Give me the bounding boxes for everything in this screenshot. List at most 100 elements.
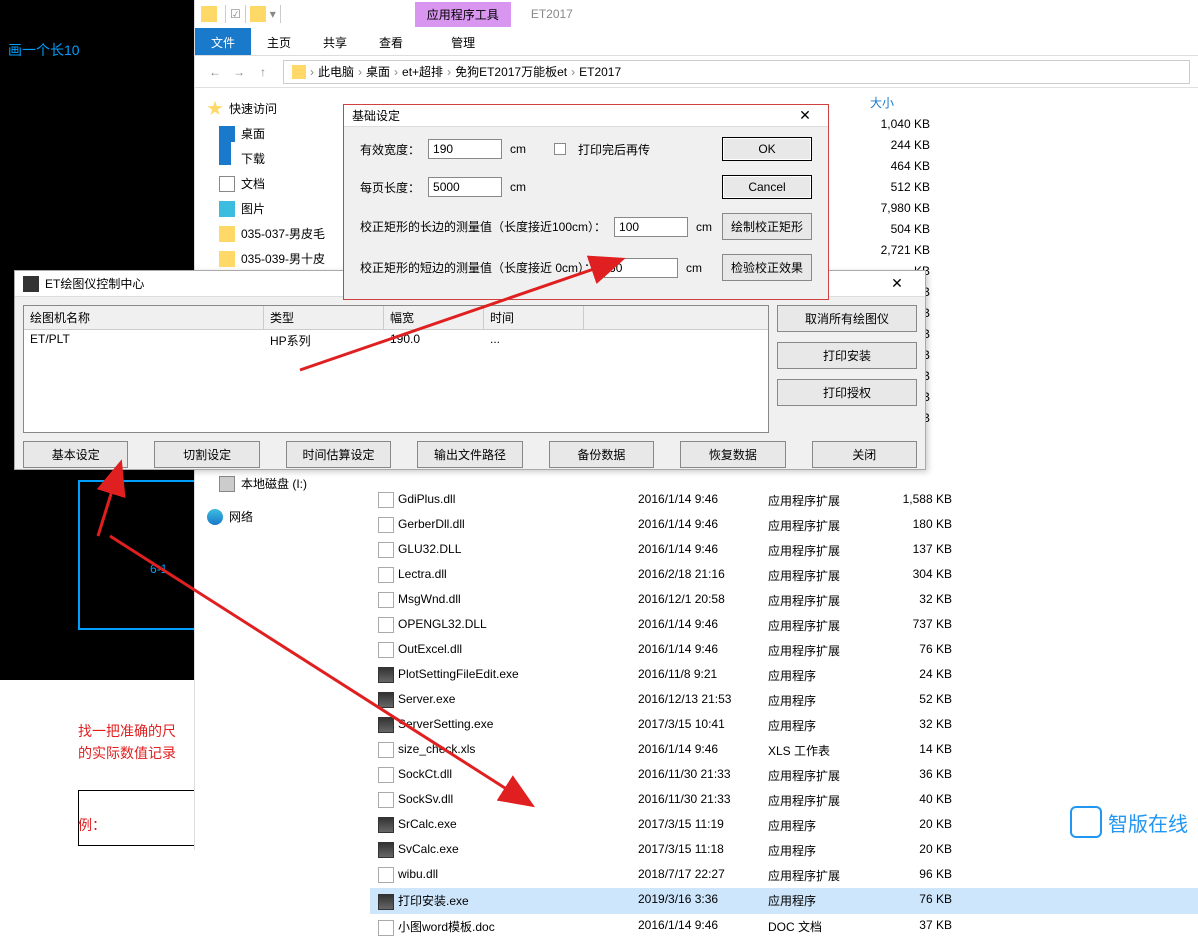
print-after-label: 打印完后再传 (578, 141, 650, 158)
cancel-all-plotters-button[interactable]: 取消所有绘图仪 (777, 305, 917, 332)
cad-example-label: 例： (78, 815, 106, 835)
folder-icon (250, 6, 266, 22)
network-icon (207, 509, 223, 525)
nav-forward-button[interactable]: → (227, 60, 251, 84)
plotter-row[interactable]: ET/PLT HP系列 190.0 ... (24, 330, 768, 351)
cancel-button[interactable]: Cancel (722, 175, 812, 199)
file-icon (378, 542, 394, 558)
file-row[interactable]: MsgWnd.dll2016/12/1 20:58应用程序扩展32 KB (370, 588, 1198, 613)
file-row[interactable]: ServerSetting.exe2017/3/15 10:41应用程序32 K… (370, 713, 1198, 738)
breadcrumb[interactable]: › 此电脑› 桌面› et+超排› 免狗ET2017万能板et› ET2017 (283, 60, 1190, 84)
width-label: 有效宽度： (360, 141, 420, 158)
file-icon (378, 492, 394, 508)
file-row[interactable]: GerberDll.dll2016/1/14 9:46应用程序扩展180 KB (370, 513, 1198, 538)
close-button[interactable]: 关闭 (812, 441, 917, 468)
basic-settings-button[interactable]: 基本设定 (23, 441, 128, 468)
length-input[interactable] (428, 177, 502, 197)
app-tools-tab[interactable]: 应用程序工具 (415, 2, 511, 27)
tab-home[interactable]: 主页 (251, 28, 307, 55)
dialog-title: ET绘图仪控制中心 (45, 275, 144, 292)
file-icon (378, 817, 394, 833)
download-icon (219, 151, 235, 167)
app-icon (23, 276, 39, 292)
length-label: 每页长度： (360, 179, 420, 196)
col-type[interactable]: 类型 (264, 306, 384, 329)
print-install-button[interactable]: 打印安装 (777, 342, 917, 369)
file-row[interactable]: SockCt.dll2016/11/30 21:33应用程序扩展36 KB (370, 763, 1198, 788)
file-row[interactable]: OutExcel.dll2016/1/14 9:46应用程序扩展76 KB (370, 638, 1198, 663)
backup-button[interactable]: 备份数据 (549, 441, 654, 468)
ok-button[interactable]: OK (722, 137, 812, 161)
desktop-icon (219, 126, 235, 142)
col-plotter-name[interactable]: 绘图机名称 (24, 306, 264, 329)
col-time[interactable]: 时间 (484, 306, 584, 329)
explorer-titlebar: ☑ ▾ 应用程序工具 ET2017 (195, 0, 1198, 28)
sidebar-network[interactable]: 网络 (195, 504, 370, 529)
file-icon (378, 692, 394, 708)
draw-rect-button[interactable]: 绘制校正矩形 (722, 213, 812, 240)
file-row[interactable]: Server.exe2016/12/13 21:53应用程序52 KB (370, 688, 1198, 713)
disk-icon (219, 476, 235, 492)
crumb[interactable]: 免狗ET2017万能板et (455, 63, 567, 80)
file-row[interactable]: Lectra.dll2016/2/18 21:16应用程序扩展304 KB (370, 563, 1198, 588)
plotter-table: 绘图机名称 类型 幅宽 时间 ET/PLT HP系列 190.0 ... (23, 305, 769, 433)
short-side-input[interactable] (604, 258, 678, 278)
file-icon (378, 792, 394, 808)
file-icon (378, 592, 394, 608)
file-icon (378, 667, 394, 683)
folder-icon (292, 65, 306, 79)
watermark-logo-icon (1070, 806, 1102, 838)
tab-view[interactable]: 查看 (363, 28, 419, 55)
folder-icon (201, 6, 217, 22)
file-icon (378, 742, 394, 758)
crumb[interactable]: 桌面 (366, 63, 390, 80)
check-effect-button[interactable]: 检验校正效果 (722, 254, 812, 281)
close-button[interactable]: ✕ (790, 107, 820, 124)
cad-dimension-text: 6-1 (150, 562, 167, 576)
tab-share[interactable]: 共享 (307, 28, 363, 55)
document-icon (219, 176, 235, 192)
cut-settings-button[interactable]: 切割设定 (154, 441, 259, 468)
tab-file[interactable]: 文件 (195, 28, 251, 55)
output-path-button[interactable]: 输出文件路径 (417, 441, 522, 468)
file-row[interactable]: 小图word模板.doc2016/1/14 9:46DOC 文档37 KB (370, 914, 1198, 940)
ribbon-tabs: 文件 主页 共享 查看 管理 (195, 28, 1198, 56)
folder-icon (219, 251, 235, 267)
nav-back-button[interactable]: ← (203, 60, 227, 84)
print-auth-button[interactable]: 打印授权 (777, 379, 917, 406)
file-row[interactable]: SvCalc.exe2017/3/15 11:18应用程序20 KB (370, 838, 1198, 863)
file-row[interactable]: GLU32.DLL2016/1/14 9:46应用程序扩展137 KB (370, 538, 1198, 563)
close-button[interactable]: ✕ (877, 275, 917, 292)
file-icon (378, 767, 394, 783)
crumb[interactable]: ET2017 (579, 65, 621, 79)
restore-button[interactable]: 恢复数据 (680, 441, 785, 468)
file-row[interactable]: OPENGL32.DLL2016/1/14 9:46应用程序扩展737 KB (370, 613, 1198, 638)
file-row[interactable]: PlotSettingFileEdit.exe2016/11/8 9:21应用程… (370, 663, 1198, 688)
star-icon (207, 101, 223, 117)
file-row[interactable]: wibu.dll2018/7/17 22:27应用程序扩展96 KB (370, 863, 1198, 888)
file-icon (378, 894, 394, 910)
col-width[interactable]: 幅宽 (384, 306, 484, 329)
cad-rectangle (78, 480, 198, 630)
file-icon (378, 567, 394, 583)
basic-settings-dialog: 基础设定 ✕ 有效宽度： cm 打印完后再传 OK 每页长度： cm Cance… (343, 104, 829, 300)
print-after-checkbox[interactable] (554, 143, 566, 155)
tab-manage[interactable]: 管理 (435, 28, 491, 55)
window-title: ET2017 (531, 7, 573, 21)
nav-up-button[interactable]: ↑ (251, 60, 275, 84)
file-icon (378, 842, 394, 858)
file-icon (378, 642, 394, 658)
file-row[interactable]: 打印安装.exe2019/3/16 3:36应用程序76 KB (370, 888, 1198, 914)
crumb[interactable]: 此电脑 (318, 63, 354, 80)
width-input[interactable] (428, 139, 502, 159)
long-side-input[interactable] (614, 217, 688, 237)
file-row[interactable]: size_check.xls2016/1/14 9:46XLS 工作表14 KB (370, 738, 1198, 763)
short-side-label: 校正矩形的短边的测量值（长度接近 0cm）： (360, 259, 596, 276)
file-icon (378, 920, 394, 936)
dialog-title: 基础设定 (352, 107, 400, 124)
file-row[interactable]: GdiPlus.dll2016/1/14 9:46应用程序扩展1,588 KB (370, 488, 1198, 513)
plotter-control-dialog: ET绘图仪控制中心 ✕ 绘图机名称 类型 幅宽 时间 ET/PLT HP系列 1… (14, 270, 926, 470)
crumb[interactable]: et+超排 (402, 63, 443, 80)
time-estimate-button[interactable]: 时间估算设定 (286, 441, 391, 468)
col-size-header[interactable]: 大小 (870, 94, 894, 111)
